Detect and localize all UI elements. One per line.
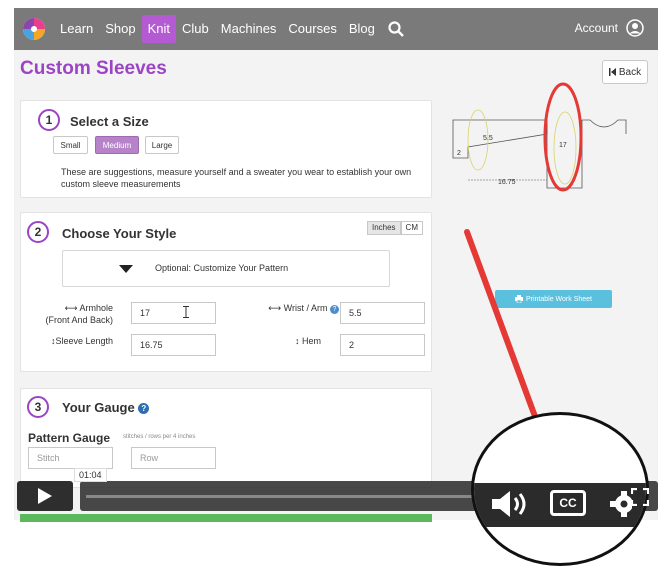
step-select-size: 1 Select a Size Small Medium Large These…: [20, 100, 432, 198]
nav-item-shop[interactable]: Shop: [99, 15, 141, 43]
back-label: Back: [618, 66, 642, 78]
help-icon[interactable]: ?: [330, 305, 339, 314]
unit-toggle: Inches CM: [366, 221, 423, 235]
armhole-input[interactable]: 17: [131, 302, 216, 324]
customize-label: Optional: Customize Your Pattern: [155, 263, 289, 273]
size-large-button[interactable]: Large: [145, 136, 179, 154]
pattern-gauge-sub: stitches / rows per 4 inches: [123, 434, 196, 440]
nav-item-club[interactable]: Club: [176, 15, 215, 43]
seek-bar[interactable]: [86, 495, 486, 498]
settings-gear-icon[interactable]: [606, 489, 632, 519]
play-button[interactable]: [17, 481, 73, 511]
diagram-wrist-label: 5.5: [483, 135, 493, 142]
text-cursor-icon: [183, 306, 189, 318]
step-title: Select a Size: [70, 114, 149, 129]
horizontal-arrow-icon: ⟷: [268, 303, 284, 313]
annotation-ellipse: [543, 82, 583, 192]
play-icon: [38, 488, 52, 504]
customize-pattern-dropdown[interactable]: Optional: Customize Your Pattern: [62, 250, 390, 287]
nav-item-knit[interactable]: Knit: [141, 15, 177, 43]
nav-item-blog[interactable]: Blog: [343, 15, 381, 43]
account-link[interactable]: Account: [575, 21, 618, 35]
stitch-input[interactable]: Stitch: [28, 447, 113, 469]
user-icon[interactable]: [626, 19, 644, 37]
pattern-gauge-label: Pattern Gauge: [28, 431, 111, 445]
horizontal-arrow-icon: ⟷: [64, 303, 80, 313]
unit-cm-button[interactable]: CM: [400, 221, 423, 235]
sleeve-length-input[interactable]: 16.75: [131, 334, 216, 356]
caret-down-icon: [119, 265, 133, 273]
step-number: 3: [27, 396, 49, 418]
zoom-magnifier: CC: [471, 412, 649, 566]
step-title: Choose Your Style: [62, 226, 177, 241]
nav-item-machines[interactable]: Machines: [215, 15, 283, 43]
search-icon[interactable]: [387, 20, 405, 38]
fullscreen-icon[interactable]: [631, 488, 649, 506]
hem-label: ↕ Hem: [294, 336, 321, 346]
volume-icon[interactable]: [490, 489, 530, 519]
unit-inches-button[interactable]: Inches: [366, 221, 401, 235]
size-small-button[interactable]: Small: [53, 136, 88, 154]
video-timestamp: 01:04: [74, 468, 107, 482]
hem-input[interactable]: 2: [340, 334, 425, 356]
nav-item-courses[interactable]: Courses: [282, 15, 342, 43]
row-input[interactable]: Row: [131, 447, 216, 469]
step-number: 2: [27, 221, 49, 243]
progress-bar: [20, 514, 432, 522]
wrist-input[interactable]: 5.5: [340, 302, 425, 324]
size-medium-button[interactable]: Medium: [95, 136, 139, 154]
nav-item-learn[interactable]: Learn: [54, 15, 99, 43]
logo-icon[interactable]: [22, 17, 46, 41]
top-nav: Learn Shop Knit Club Machines Courses Bl…: [14, 8, 658, 50]
step-number: 1: [38, 109, 60, 131]
back-icon: [608, 68, 616, 76]
diagram-length-label: 16.75: [498, 179, 516, 186]
help-icon[interactable]: ?: [138, 403, 150, 415]
closed-captions-button[interactable]: CC: [550, 490, 586, 516]
sleeve-length-label: ↕Sleeve Length: [50, 336, 113, 346]
back-button[interactable]: Back: [602, 60, 648, 84]
vertical-arrow-icon: ↕: [294, 336, 302, 346]
size-note: These are suggestions, measure yourself …: [61, 167, 412, 189]
page-title: Custom Sleeves: [20, 58, 167, 79]
step-choose-style: 2 Choose Your Style Inches CM Optional: …: [20, 212, 432, 372]
step-title: Your Gauge ?: [62, 400, 150, 415]
diagram-hem-label: 2: [457, 150, 461, 157]
wrist-label: ⟷ Wrist / Arm ?: [231, 302, 339, 314]
armhole-label: ⟷ Armhole (Front And Back): [45, 303, 113, 325]
